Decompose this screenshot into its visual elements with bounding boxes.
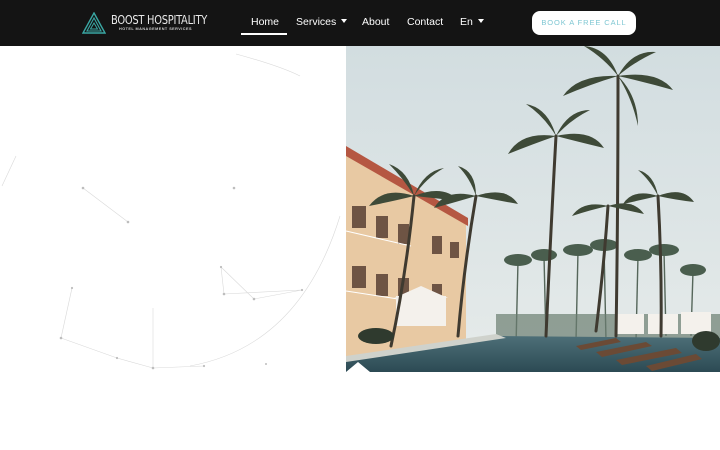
site-header: BOOST HOSPITALITY HOTEL MANAGEMENT SERVI… [0,0,720,46]
nav-contact[interactable]: Contact [407,16,443,28]
active-nav-indicator [241,33,287,35]
nav-services[interactable]: Services [296,16,348,28]
language-selector[interactable]: En [460,16,484,28]
chevron-down-icon [477,19,484,23]
nav-about[interactable]: About [362,16,389,28]
nav-services-label: Services [296,16,337,28]
triangle-logo-icon [82,12,106,34]
nav-home-label: Home [251,16,280,28]
network-lines-background [1,53,341,370]
chevron-down-icon [341,19,348,23]
hero-notch-arrow [346,362,370,372]
nav-contact-label: Contact [407,16,444,28]
nav-home[interactable]: Home [251,16,279,28]
resort-pool-photo [346,46,720,372]
book-free-call-button[interactable]: BOOK A FREE CALL [532,11,636,35]
language-label: En [460,16,473,28]
nav-about-label: About [362,16,390,28]
logo-title: BOOST HOSPITALITY [111,12,208,27]
logo-subtitle: HOTEL MANAGEMENT SERVICES [119,27,192,31]
brand-logo[interactable]: BOOST HOSPITALITY HOTEL MANAGEMENT SERVI… [82,10,212,36]
